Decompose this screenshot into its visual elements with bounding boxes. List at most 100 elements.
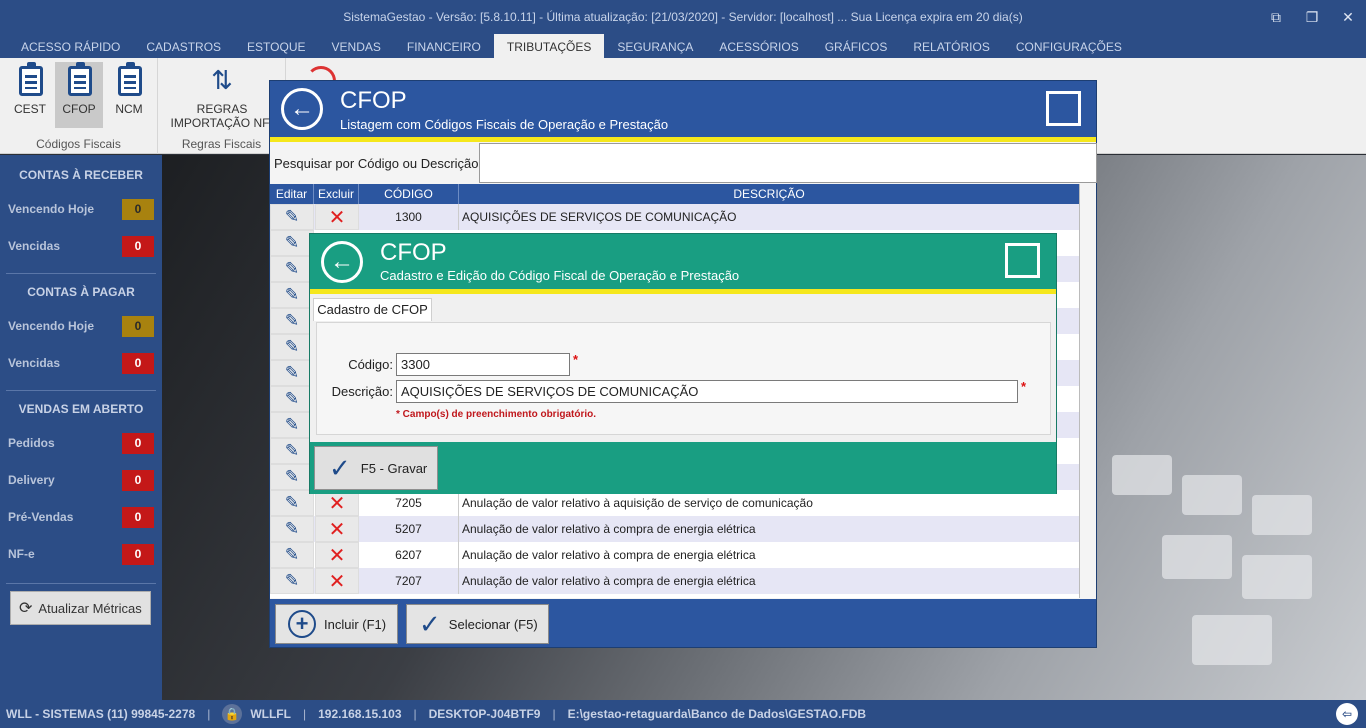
metric-label: Pré-Vendas (8, 510, 74, 524)
descricao-field[interactable]: AQUISIÇÕES DE SERVIÇOS DE COMUNICAÇÃO (396, 380, 1018, 403)
edit-pencil-icon[interactable]: ✎ (270, 230, 314, 256)
menu-acesso-rapido[interactable]: ACESSO RÁPIDO (8, 34, 133, 58)
column-header-excluir: Excluir (314, 184, 359, 204)
edit-pencil-icon[interactable]: ✎ (270, 282, 314, 308)
delete-x-icon[interactable]: ✕ (315, 516, 359, 542)
dialog-subtitle: Cadastro e Edição do Código Fiscal de Op… (380, 268, 740, 283)
descricao-label: Descrição: (331, 384, 393, 399)
menu-acessorios[interactable]: ACESSÓRIOS (706, 34, 811, 58)
table-row[interactable]: ✎ ✕ 5207 Anulação de valor relativo à co… (270, 516, 1079, 542)
tab-panel: Código: 3300 * Descrição: AQUISIÇÕES DE … (316, 322, 1051, 435)
ribbon-button-regras-importacao[interactable]: ⇅ REGRAS IMPORTAÇÃO NF- (166, 62, 278, 130)
divider (6, 583, 156, 584)
delete-x-icon[interactable]: ✕ (315, 542, 359, 568)
menu-graficos[interactable]: GRÁFICOS (812, 34, 901, 58)
metric-badge: 0 (122, 543, 154, 565)
incluir-button[interactable]: + Incluir (F1) (275, 604, 398, 644)
required-note: * Campo(s) de preenchimento obrigatório. (396, 409, 597, 420)
close-icon[interactable]: ✕ (1330, 0, 1366, 34)
dialog-title: CFOP (380, 239, 447, 266)
row-code: 6207 (359, 542, 459, 568)
status-ip: 192.168.15.103 (318, 707, 402, 721)
back-arrow-icon[interactable]: ← (281, 88, 323, 130)
menu-tributacoes[interactable]: TRIBUTAÇÕES (493, 34, 605, 58)
menu-seguranca[interactable]: SEGURANÇA (604, 34, 706, 58)
edit-pencil-icon[interactable]: ✎ (270, 438, 314, 464)
back-arrow-icon[interactable]: ← (321, 241, 363, 283)
metric-prevendas[interactable]: Pré-Vendas 0 (8, 506, 154, 528)
sidebar-metrics: CONTAS À RECEBER Vencendo Hoje 0 Vencida… (0, 155, 162, 700)
edit-pencil-icon[interactable]: ✎ (270, 490, 314, 516)
main-menu: ACESSO RÁPIDO CADASTROS ESTOQUE VENDAS F… (0, 34, 1366, 58)
metric-receber-vencidas[interactable]: Vencidas 0 (8, 235, 154, 257)
logout-icon[interactable]: ⇦ (1336, 703, 1358, 725)
menu-relatorios[interactable]: RELATÓRIOS (900, 34, 1002, 58)
edit-pencil-icon[interactable]: ✎ (270, 256, 314, 282)
codigo-field[interactable]: 3300 (396, 353, 570, 376)
menu-vendas[interactable]: VENDAS (319, 34, 394, 58)
maximize-square-icon[interactable] (1046, 91, 1081, 126)
ribbon-group-label: Códigos Fiscais (36, 137, 121, 151)
divider (6, 273, 156, 274)
row-code: 7207 (359, 568, 459, 594)
dialog-subtitle: Listagem com Códigos Fiscais de Operação… (340, 117, 669, 132)
metric-delivery[interactable]: Delivery 0 (8, 469, 154, 491)
status-company: WLL - SISTEMAS (11) 99845-2278 (6, 707, 196, 721)
table-row[interactable]: ✎ ✕ 7207 Anulação de valor relativo à co… (270, 568, 1079, 594)
divider (6, 390, 156, 391)
table-row[interactable]: ✎ ✕ 6207 Anulação de valor relativo à co… (270, 542, 1079, 568)
metric-badge: 0 (122, 469, 154, 491)
edit-pencil-icon[interactable]: ✎ (270, 386, 314, 412)
ribbon-button-cfop[interactable]: CFOP (55, 62, 103, 128)
refresh-icon: ⟳ (19, 600, 33, 617)
window-controls: ⧉ ❐ ✕ (1258, 0, 1366, 34)
section-title: CONTAS À RECEBER (19, 168, 143, 182)
maximize-icon[interactable]: ❐ (1294, 0, 1330, 34)
metric-pagar-hoje[interactable]: Vencendo Hoje 0 (8, 315, 154, 337)
edit-pencil-icon[interactable]: ✎ (270, 516, 314, 542)
cfop-edit-dialog: ← CFOP Cadastro e Edição do Código Fisca… (309, 233, 1057, 494)
restore-down-icon[interactable]: ⧉ (1258, 0, 1294, 34)
metric-receber-hoje[interactable]: Vencendo Hoje 0 (8, 198, 154, 220)
menu-financeiro[interactable]: FINANCEIRO (394, 34, 494, 58)
status-bar: WLL - SISTEMAS (11) 99845-2278 | 🔒 WLLFL… (0, 700, 1366, 728)
ribbon-button-ncm[interactable]: NCM (105, 62, 153, 128)
edit-pencil-icon[interactable]: ✎ (270, 308, 314, 334)
edit-pencil-icon[interactable]: ✎ (270, 412, 314, 438)
selecionar-button[interactable]: ✓ Selecionar (F5) (406, 604, 549, 644)
delete-x-icon[interactable]: ✕ (315, 568, 359, 594)
maximize-square-icon[interactable] (1005, 243, 1040, 278)
gravar-button[interactable]: ✓ F5 - Gravar (314, 446, 438, 490)
search-input[interactable] (479, 143, 1097, 183)
status-user: WLLFL (250, 707, 291, 721)
column-header-editar: Editar (270, 184, 314, 204)
menu-cadastros[interactable]: CADASTROS (133, 34, 234, 58)
ribbon-button-regras-line2: IMPORTAÇÃO NF- (170, 116, 274, 130)
status-host: DESKTOP-J04BTF9 (428, 707, 541, 721)
metric-pagar-vencidas[interactable]: Vencidas 0 (8, 352, 154, 374)
metric-label: Vencidas (8, 239, 61, 253)
tab-cadastro-cfop[interactable]: Cadastro de CFOP (313, 298, 432, 321)
refresh-metrics-button[interactable]: ⟳ Atualizar Métricas (10, 591, 151, 625)
ribbon-button-cest[interactable]: CEST (6, 62, 54, 128)
edit-pencil-icon[interactable]: ✎ (270, 542, 314, 568)
search-label: Pesquisar por Código ou Descrição: (274, 156, 483, 171)
dialog-title: CFOP (340, 87, 407, 114)
ribbon-button-ncm-label: NCM (115, 102, 143, 116)
delete-x-icon[interactable]: ✕ (315, 204, 359, 230)
metric-nfe[interactable]: NF-e 0 (8, 543, 154, 565)
metric-pedidos[interactable]: Pedidos 0 (8, 432, 154, 454)
menu-estoque[interactable]: ESTOQUE (234, 34, 318, 58)
edit-pencil-icon[interactable]: ✎ (270, 464, 314, 490)
edit-pencil-icon[interactable]: ✎ (270, 204, 314, 230)
edit-pencil-icon[interactable]: ✎ (270, 568, 314, 594)
incluir-label: Incluir (F1) (324, 616, 387, 632)
metric-label: Pedidos (8, 436, 55, 450)
dialog-footer: ✓ F5 - Gravar (310, 442, 1056, 494)
window-titlebar: SistemaGestao - Versão: [5.8.10.11] - Úl… (0, 0, 1366, 34)
metric-badge: 0 (122, 235, 154, 257)
menu-configuracoes[interactable]: CONFIGURAÇÕES (1003, 34, 1135, 58)
table-row[interactable]: ✎ ✕ 1300 AQUISIÇÕES DE SERVIÇOS DE COMUN… (270, 204, 1079, 230)
edit-pencil-icon[interactable]: ✎ (270, 334, 314, 360)
edit-pencil-icon[interactable]: ✎ (270, 360, 314, 386)
